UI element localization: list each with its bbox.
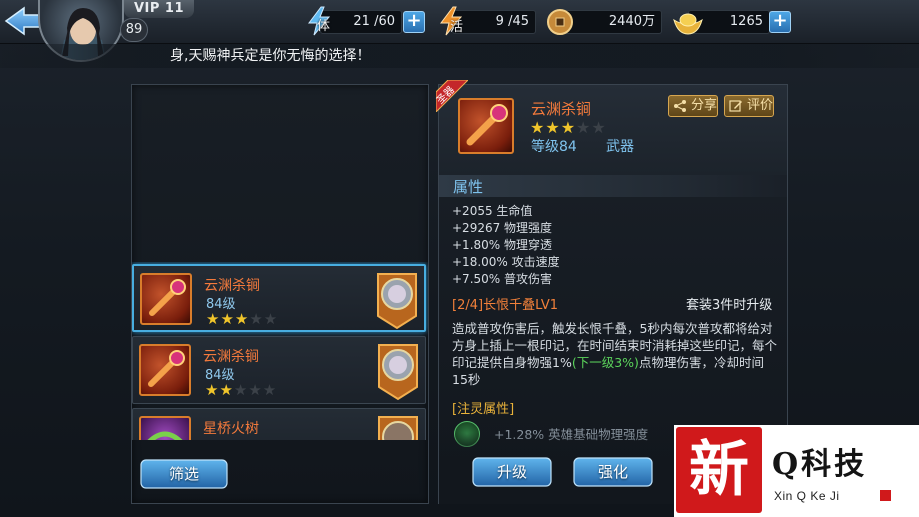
list-item[interactable]: 云渊杀锏 84级 ★★★★★: [132, 336, 426, 404]
attributes-title: 属性: [453, 178, 484, 196]
review-button-label: 评价: [747, 98, 774, 113]
mace-item-icon: [139, 344, 191, 396]
announcement-marquee: 身,天赐神兵定是你无悔的选择！: [0, 44, 919, 68]
detail-level: 等级84: [531, 139, 577, 155]
vigor-label: 活: [450, 20, 464, 35]
filter-button[interactable]: 筛选: [140, 459, 228, 489]
hero-badge-icon: [378, 416, 418, 440]
star-filled-icon: ★★: [205, 381, 234, 399]
spirit-attributes-title: [注灵属性]: [452, 402, 515, 417]
detail-stars: ★★★★★: [530, 118, 607, 137]
player-level: 89: [120, 18, 148, 42]
list-item[interactable]: 云渊杀锏 84级 ★★★★★: [132, 264, 426, 332]
star-empty-icon: ★★: [249, 310, 279, 328]
detail-item-name: 云渊杀锏: [531, 100, 592, 118]
detail-type: 武器: [606, 139, 634, 155]
add-stamina-button[interactable]: +: [403, 11, 425, 33]
hero-badge-icon: [377, 273, 417, 330]
copper-coin-icon: [547, 9, 573, 35]
item-name: 星桥火树: [203, 421, 259, 437]
filter-button-label: 筛选: [168, 465, 199, 483]
star-empty-icon: ★★★: [233, 381, 278, 399]
star-empty-icon: ★★: [576, 118, 607, 137]
upgrade-button-label: 升级: [496, 463, 527, 481]
stamina-label: 体: [317, 19, 331, 34]
item-stars: ★★★★★: [206, 310, 278, 328]
upgrade-button[interactable]: 升级: [472, 457, 552, 487]
list-item[interactable]: 星桥火树: [132, 408, 426, 440]
share-button[interactable]: 分享: [668, 95, 718, 117]
hero-badge-icon: [378, 344, 418, 401]
desc-next-level: (下一级3%): [571, 355, 639, 370]
share-icon: [674, 100, 686, 112]
mace-detail-icon: [458, 98, 514, 154]
gold-ingot-icon: [673, 13, 703, 35]
enhance-button[interactable]: 强化: [573, 457, 653, 487]
mace-item-icon: [140, 273, 192, 325]
watermark-subtitle: Xin Q Ke Ji: [774, 489, 840, 503]
attribute-line: +7.50% 普攻伤害: [452, 272, 552, 286]
add-ingot-button[interactable]: +: [769, 11, 791, 33]
review-button[interactable]: 评价: [724, 95, 774, 117]
item-name: 云渊杀锏: [204, 278, 260, 294]
watermark-seal: 新: [676, 427, 762, 513]
equipment-list[interactable]: 云渊杀锏 84级 ★★★★★ 云渊杀锏 84级 ★★★★★ 星桥火树: [132, 262, 428, 440]
star-filled-icon: ★★★: [530, 118, 577, 137]
share-button-label: 分享: [691, 98, 718, 113]
set-bonus-description: 造成普攻伤害后，触发长恨千叠，5秒内每次普攻都将给对方身上插上一根印记，在时间结…: [452, 320, 778, 388]
attribute-line: +18.00% 攻击速度: [452, 255, 560, 269]
watermark-title: Q科技: [772, 447, 868, 482]
star-filled-icon: ★★★: [206, 310, 250, 328]
attribute-line: +29267 物理强度: [452, 221, 553, 235]
edit-icon: [729, 100, 742, 112]
set-bonus-note: 套装3件时升级: [686, 298, 773, 313]
watermark-dot: [880, 490, 891, 501]
attributes-header: [439, 175, 787, 197]
copper-value: 2440万: [560, 10, 662, 34]
item-stars: ★★★★★: [205, 381, 277, 399]
vip-badge: VIP 11: [124, 0, 194, 18]
attribute-line: +1.80% 物理穿透: [452, 238, 552, 252]
attribute-line: +2055 生命值: [452, 204, 533, 218]
watermark: 新 Q科技 Xin Q Ke Ji: [674, 425, 919, 517]
enhance-button-label: 强化: [597, 463, 628, 481]
watermark-seal-char: 新: [689, 435, 749, 505]
tree-item-icon: [139, 416, 191, 440]
set-bonus-title: [2/4]长恨千叠LV1: [452, 298, 559, 313]
item-name: 云渊杀锏: [203, 349, 259, 365]
